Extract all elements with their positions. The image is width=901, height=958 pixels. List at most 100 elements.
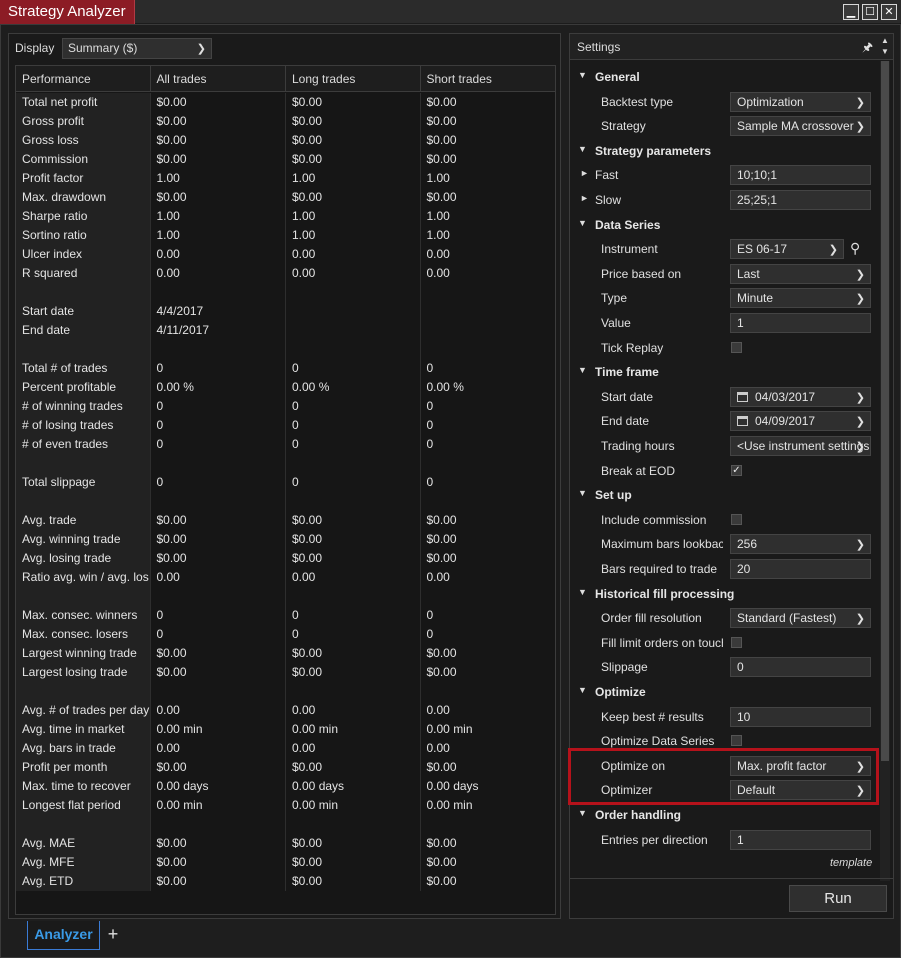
property-input[interactable]: 0 (730, 657, 871, 678)
property-select[interactable]: Max. profit factor ❯ (730, 755, 871, 776)
metric-value: 0 (426, 418, 434, 432)
metric-value: 0.00 (151, 264, 286, 283)
metric-value: 0.00 days (426, 779, 479, 793)
expand-arrow-icon[interactable]: ► (580, 193, 589, 203)
table-row: Commission $0.00 $0.00 $0.00 (16, 150, 555, 169)
settings-scrollbar-thumb[interactable] (881, 61, 889, 761)
table-row (16, 492, 555, 511)
metric-value: 1.00 (426, 171, 450, 185)
metric-value: $0.00 (286, 150, 421, 169)
instrument-select[interactable]: ES 06-17 ❯ (730, 239, 844, 260)
category-label: Optimize (595, 685, 646, 699)
settings-scrollbar[interactable] (880, 61, 890, 881)
metric-value: $0.00 (286, 112, 421, 131)
metric-value (151, 682, 286, 701)
header-performance[interactable]: Performance (16, 66, 151, 91)
category-label: Time frame (595, 365, 659, 380)
close-button[interactable]: ✕ (881, 4, 897, 20)
metric-label: Avg. MAE (16, 834, 151, 853)
metric-value (151, 492, 286, 511)
property-value: 10;10;1 (737, 168, 778, 183)
add-tab-button[interactable]: + (104, 925, 122, 943)
property-checkbox[interactable] (731, 513, 742, 525)
metric-value (421, 340, 556, 359)
run-button[interactable]: Run (789, 885, 887, 912)
property-select[interactable]: Default ❯ (730, 780, 871, 801)
category-set-up: ▼ Set up (570, 483, 878, 507)
collapse-arrow-icon[interactable]: ▼ (578, 685, 587, 695)
maximize-button[interactable]: ☐ (862, 4, 878, 20)
metric-value: $0.00 (426, 874, 457, 888)
property-value: 20 (737, 562, 751, 576)
collapse-arrow-icon[interactable]: ▼ (578, 808, 587, 818)
table-row: Ulcer index 0.00 0.00 0.00 (16, 245, 555, 264)
metric-label: Profit per month (16, 758, 151, 777)
metric-value: 0 (286, 397, 421, 416)
property-checkbox[interactable] (731, 341, 742, 353)
property-input[interactable]: 10;10;1 (730, 165, 871, 186)
category-historical-fill-processing: ▼ Historical fill processing (570, 582, 878, 606)
metric-value (421, 587, 556, 606)
expand-arrow-icon[interactable]: ► (580, 168, 589, 178)
metric-label (16, 340, 151, 359)
collapse-arrow-icon[interactable]: ▼ (578, 365, 587, 375)
search-icon[interactable]: ⚲ (850, 240, 860, 257)
metric-value (421, 682, 556, 701)
metric-value: $0.00 (286, 644, 421, 663)
property-select[interactable]: Last ❯ (730, 263, 871, 284)
display-select[interactable]: Summary ($) ❯ (62, 38, 212, 59)
scroll-up-icon[interactable]: ▲ (881, 36, 889, 45)
table-row: Avg. MFE $0.00 $0.00 $0.00 (16, 853, 555, 872)
metric-value: $0.00 (151, 511, 286, 530)
property-select[interactable]: Minute ❯ (730, 288, 871, 309)
property-input[interactable]: 1 (730, 829, 871, 850)
collapse-arrow-icon[interactable]: ▼ (578, 488, 587, 498)
property-select[interactable]: <Use instrument settings> ❯ (730, 436, 871, 456)
metric-label: Total net profit (16, 93, 151, 112)
property-input[interactable]: 1 (730, 313, 871, 333)
settings-title: Settings (577, 40, 621, 54)
collapse-arrow-icon[interactable]: ▼ (578, 70, 587, 80)
metric-label: Avg. bars in trade (16, 739, 151, 758)
property-keep-best-results: Keep best # results 10 (570, 705, 878, 729)
property-input[interactable]: 10 (730, 706, 871, 727)
property-input[interactable]: 25;25;1 (730, 190, 871, 210)
property-select[interactable]: Sample MA crossover ❯ (730, 116, 871, 137)
property-checkbox[interactable]: ✓ (731, 464, 742, 476)
date-picker[interactable]: 04/09/2017 ❯ (730, 411, 871, 432)
property-select[interactable]: Standard (Fastest) ❯ (730, 608, 871, 629)
header-all-trades[interactable]: All trades (151, 66, 286, 91)
metric-value: $0.00 (286, 511, 421, 530)
property-select[interactable]: 256 ❯ (730, 534, 871, 555)
metric-value: 4/4/2017 (151, 302, 286, 321)
table-row: Total net profit $0.00 $0.00 $0.00 (16, 93, 555, 112)
metric-value (421, 454, 556, 473)
header-long-trades[interactable]: Long trades (286, 66, 421, 91)
property-input[interactable]: 20 (730, 559, 871, 579)
header-short-trades[interactable]: Short trades (421, 66, 556, 91)
metric-value: $0.00 (286, 131, 421, 150)
property-value: Minute (737, 291, 774, 306)
scroll-down-icon[interactable]: ▼ (881, 47, 889, 56)
property-label: Instrument (601, 242, 658, 257)
date-picker[interactable]: 04/03/2017 ❯ (730, 386, 871, 407)
table-row: R squared 0.00 0.00 0.00 (16, 264, 555, 283)
property-bars-required-to-trade: Bars required to trade 20 (570, 557, 878, 581)
property-checkbox[interactable] (731, 636, 742, 648)
collapse-arrow-icon[interactable]: ▼ (578, 587, 587, 597)
tab-analyzer[interactable]: Analyzer (27, 921, 100, 950)
minimize-button[interactable]: ▁ (843, 4, 859, 20)
metric-value: 0 (286, 416, 421, 435)
template-link[interactable]: template (830, 857, 872, 869)
table-row: # of losing trades 0 0 0 (16, 416, 555, 435)
property-select[interactable]: Optimization ❯ (730, 91, 871, 112)
collapse-arrow-icon[interactable]: ▼ (578, 218, 587, 228)
category-optimize: ▼ Optimize (570, 680, 878, 704)
property-label: Include commission (601, 512, 707, 527)
calendar-icon (737, 391, 748, 402)
metric-value (286, 587, 421, 606)
pin-icon[interactable]: 🖈 (862, 38, 873, 59)
collapse-arrow-icon[interactable]: ▼ (578, 144, 587, 154)
property-checkbox[interactable] (731, 735, 742, 747)
metric-value: 0.00 (286, 568, 421, 587)
